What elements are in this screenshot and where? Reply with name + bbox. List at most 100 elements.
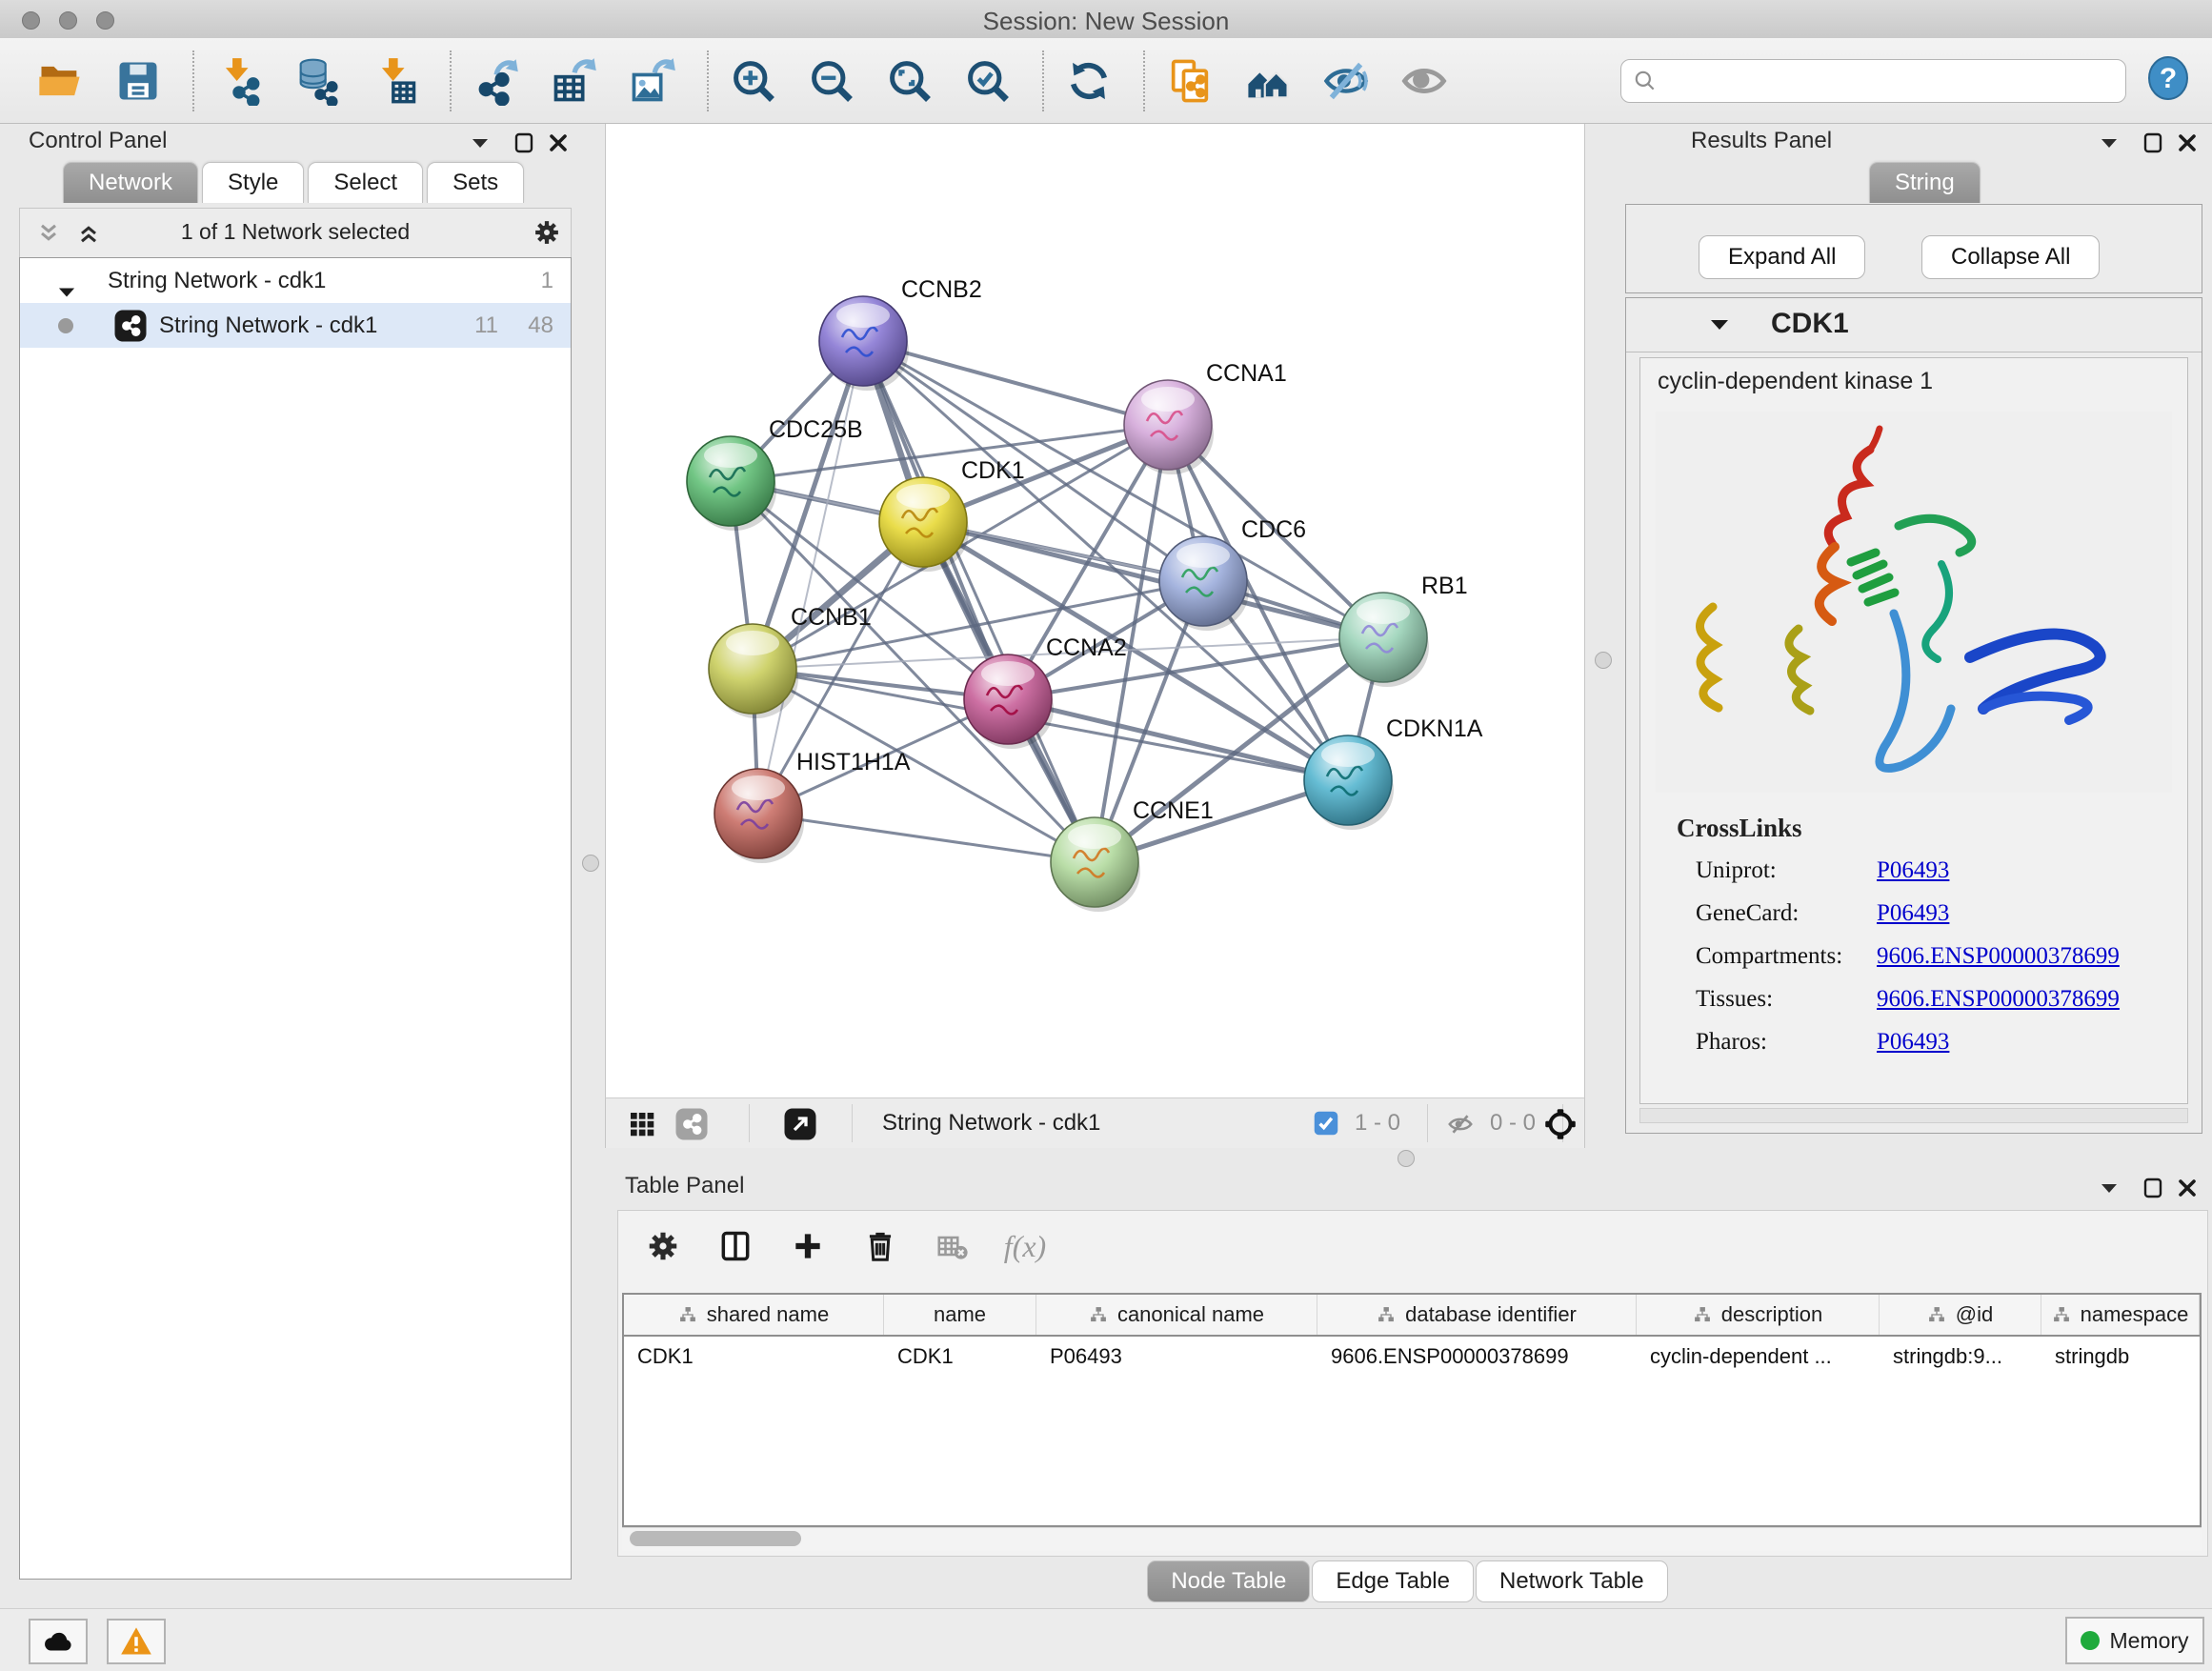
selected-checkbox-icon[interactable] [1313, 1110, 1339, 1141]
network-collection-row[interactable]: String Network - cdk1 1 [20, 258, 571, 303]
export-table-icon[interactable] [547, 53, 602, 109]
column-header-name[interactable]: name [884, 1295, 1036, 1335]
table-row[interactable]: CDK1CDK1P064939606.ENSP00000378699cyclin… [624, 1337, 2200, 1377]
float-panel-icon[interactable] [2142, 1177, 2164, 1204]
show-columns-icon[interactable] [708, 1218, 763, 1274]
tab-node-table[interactable]: Node Table [1147, 1560, 1310, 1602]
expand-all-button[interactable]: Expand All [1699, 235, 1865, 279]
apply-layout-icon[interactable] [1061, 53, 1116, 109]
export-network-icon[interactable] [469, 53, 524, 109]
table-cell[interactable]: cyclin-dependent ... [1637, 1337, 1880, 1377]
network-node-CCNA1[interactable]: CCNA1 [1124, 360, 1287, 474]
table-cell[interactable]: P06493 [1036, 1337, 1317, 1377]
close-panel-icon[interactable] [547, 131, 570, 159]
first-neighbors-icon[interactable] [1240, 53, 1296, 109]
network-edge[interactable] [923, 522, 1383, 637]
warning-icon[interactable] [107, 1619, 166, 1664]
table-cell[interactable]: CDK1 [624, 1337, 884, 1377]
add-column-icon[interactable] [780, 1218, 835, 1274]
tab-network[interactable]: Network [63, 162, 198, 203]
cloud-icon[interactable] [29, 1619, 88, 1664]
search-field[interactable] [1620, 59, 2126, 103]
help-icon[interactable]: ? [2145, 55, 2191, 106]
network-edge[interactable] [758, 814, 1095, 862]
network-row-selected[interactable]: String Network - cdk1 11 48 [20, 303, 571, 348]
gear-icon[interactable] [533, 218, 561, 252]
tab-string[interactable]: String [1869, 162, 1981, 203]
new-network-from-selection-icon[interactable] [1162, 53, 1217, 109]
results-hscrollbar[interactable] [1639, 1108, 2188, 1123]
network-canvas[interactable]: CCNB2CCNA1CDC25BCDK1CDC6RB1CCNB1CCNA2CDK… [605, 124, 1585, 1097]
column-header-shared-name[interactable]: shared name [624, 1295, 884, 1335]
zoom-in-icon[interactable] [726, 53, 781, 109]
result-entry-header[interactable]: CDK1 [1626, 298, 2202, 352]
panel-menu-icon[interactable] [469, 133, 492, 157]
detach-view-icon[interactable] [783, 1107, 817, 1146]
open-session-icon[interactable] [32, 53, 88, 109]
column-header-database-identifier[interactable]: database identifier [1317, 1295, 1637, 1335]
crosslink-link[interactable]: P06493 [1877, 1029, 1949, 1056]
table-hscrollbar[interactable] [622, 1527, 2202, 1551]
function-builder-icon[interactable]: f(x) [997, 1218, 1053, 1274]
export-image-icon[interactable] [625, 53, 680, 109]
column-header-description[interactable]: description [1637, 1295, 1880, 1335]
close-panel-icon[interactable] [2176, 1177, 2199, 1204]
tab-sets[interactable]: Sets [427, 162, 524, 203]
tab-style[interactable]: Style [202, 162, 304, 203]
shared-column-icon [678, 1305, 697, 1324]
delete-column-icon[interactable] [853, 1218, 908, 1274]
import-table-file-icon[interactable] [368, 53, 423, 109]
birds-eye-crosshair-icon[interactable] [1543, 1107, 1578, 1146]
left-splitter-handle[interactable] [582, 855, 599, 872]
search-input[interactable] [1658, 67, 2114, 95]
table-cell[interactable]: 9606.ENSP00000378699 [1317, 1337, 1637, 1377]
crosslink-link[interactable]: 9606.ENSP00000378699 [1877, 943, 2120, 970]
network-share-view-icon[interactable] [674, 1107, 709, 1146]
crosslink-link[interactable]: P06493 [1877, 900, 1949, 927]
column-header-@id[interactable]: @id [1880, 1295, 2041, 1335]
gear-icon[interactable] [635, 1218, 691, 1274]
hidden-eye-slash-icon[interactable] [1446, 1110, 1475, 1143]
crosslink-link[interactable]: P06493 [1877, 857, 1949, 884]
collapse-all-button[interactable]: Collapse All [1921, 235, 2100, 279]
network-node-CDKN1A[interactable]: CDKN1A [1304, 715, 1483, 830]
network-node-HIST1H1A[interactable]: HIST1H1A [714, 749, 911, 863]
network-node-CDC25B[interactable]: CDC25B [687, 416, 863, 531]
network-node-CCNB1[interactable]: CCNB1 [709, 604, 872, 718]
close-panel-icon[interactable] [2176, 131, 2199, 159]
network-edge[interactable] [863, 341, 1095, 862]
table-cell[interactable]: CDK1 [884, 1337, 1036, 1377]
network-node-RB1[interactable]: RB1 [1339, 573, 1468, 687]
network-node-CCNE1[interactable]: CCNE1 [1051, 797, 1214, 912]
delete-table-icon[interactable] [925, 1218, 980, 1274]
zoom-fit-icon[interactable] [882, 53, 937, 109]
memory-button[interactable]: Memory [2065, 1617, 2204, 1664]
hide-selected-icon[interactable] [1318, 53, 1374, 109]
column-header-namespace[interactable]: namespace [2041, 1295, 2200, 1335]
save-session-icon[interactable] [111, 53, 166, 109]
network-node-CCNB2[interactable]: CCNB2 [819, 276, 982, 391]
column-header-canonical-name[interactable]: canonical name [1036, 1295, 1317, 1335]
zoom-selected-icon[interactable] [960, 53, 1016, 109]
zoom-out-icon[interactable] [804, 53, 859, 109]
import-network-file-icon[interactable] [211, 53, 267, 109]
tab-edge-table[interactable]: Edge Table [1312, 1560, 1474, 1602]
network-graph[interactable]: CCNB2CCNA1CDC25BCDK1CDC6RB1CCNB1CCNA2CDK… [606, 124, 1586, 1097]
crosslink-link[interactable]: 9606.ENSP00000378699 [1877, 986, 2120, 1013]
table-cell[interactable]: stringdb [2041, 1337, 2200, 1377]
network-edge[interactable] [758, 341, 863, 814]
panel-menu-icon[interactable] [2098, 133, 2121, 157]
show-all-icon[interactable] [1397, 53, 1452, 109]
hscrollbar-thumb[interactable] [630, 1531, 801, 1546]
import-network-database-icon[interactable] [290, 53, 345, 109]
panel-menu-icon[interactable] [2098, 1178, 2121, 1202]
grid-view-icon[interactable] [627, 1109, 657, 1144]
right-splitter-handle[interactable] [1595, 652, 1612, 669]
tab-select[interactable]: Select [308, 162, 423, 203]
network-node-CDK1[interactable]: CDK1 [879, 457, 1025, 572]
float-panel-icon[interactable] [2142, 131, 2164, 159]
float-panel-icon[interactable] [513, 131, 535, 159]
tab-network-table[interactable]: Network Table [1476, 1560, 1668, 1602]
table-cell[interactable]: stringdb:9... [1880, 1337, 2041, 1377]
entry-collapse-icon[interactable] [1708, 315, 1731, 339]
